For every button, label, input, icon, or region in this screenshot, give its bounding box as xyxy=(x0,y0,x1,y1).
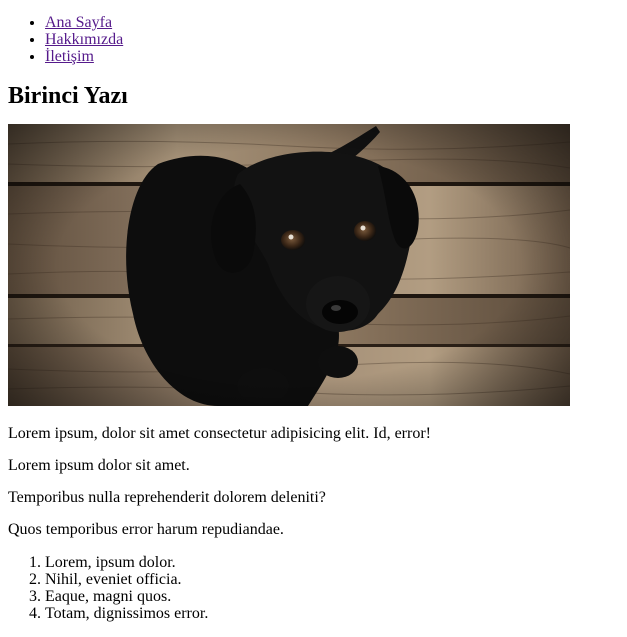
ordered-list: Lorem, ipsum dolor. Nihil, eveniet offic… xyxy=(8,554,619,622)
paragraph: Temporibus nulla reprehenderit dolorem d… xyxy=(8,489,326,506)
nav-link-contact[interactable]: İletişim xyxy=(45,48,94,65)
nav-link-home[interactable]: Ana Sayfa xyxy=(45,14,112,31)
post-title: Birinci Yazı xyxy=(8,83,128,109)
nav-link-about[interactable]: Hakkımızda xyxy=(45,31,123,48)
puppy-image xyxy=(8,124,570,406)
paragraph: Lorem ipsum, dolor sit amet consectetur … xyxy=(8,425,431,442)
list-item: Totam, dignissimos error. xyxy=(45,605,619,622)
paragraph: Quos temporibus error harum repudiandae. xyxy=(8,521,284,538)
nav-item-home: Ana Sayfa xyxy=(45,14,619,31)
list-item: Lorem, ipsum dolor. xyxy=(45,554,619,571)
main-nav: Ana Sayfa Hakkımızda İletişim xyxy=(8,14,619,65)
paragraph: Lorem ipsum dolor sit amet. xyxy=(8,457,190,474)
list-item: Eaque, magni quos. xyxy=(45,588,619,605)
page: Ana Sayfa Hakkımızda İletişim Birinci Ya… xyxy=(0,14,627,622)
list-item: Nihil, eveniet officia. xyxy=(45,571,619,588)
nav-item-about: Hakkımızda xyxy=(45,31,619,48)
nav-item-contact: İletişim xyxy=(45,48,619,65)
